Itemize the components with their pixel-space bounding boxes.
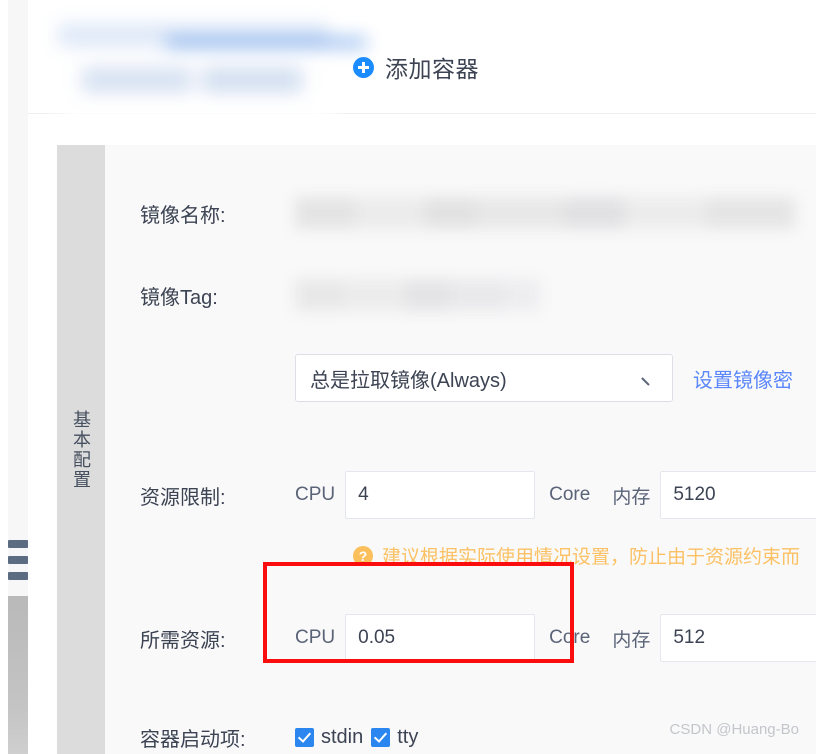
image-name-field-wrap[interactable] xyxy=(295,197,816,229)
question-circle-icon: ? xyxy=(353,545,373,566)
image-name-value-redacted xyxy=(295,197,795,229)
form-row-image-name: 镜像名称: xyxy=(105,193,816,233)
checkbox-checked-icon[interactable] xyxy=(295,727,314,747)
left-rail xyxy=(0,0,28,754)
resource-limit-core-unit: Core xyxy=(549,484,591,505)
resource-limit-memory-input[interactable]: 5120 xyxy=(660,471,816,519)
add-container-label: 添加容器 xyxy=(385,56,479,82)
required-resource-fields: CPU 0.05 Core 内存 512 xyxy=(295,614,816,662)
basic-config-form: 镜像名称: 镜像Tag: 总是拉取镜像(Always) 设置镜像密 资源限制: … xyxy=(105,145,816,754)
redacted-text-block xyxy=(202,68,302,92)
checkbox-tty-label: tty xyxy=(397,725,419,748)
tab-basic-config[interactable]: 基本配置 xyxy=(57,145,105,754)
startup-options-label: 容器启动项: xyxy=(140,728,246,751)
watermark-text: CSDN @Huang-Bo xyxy=(669,721,799,738)
checkbox-stdin[interactable]: stdin xyxy=(295,726,371,749)
form-row-resource-limit: 资源限制: CPU 4 Core 内存 5120 xyxy=(105,471,816,519)
handle-bar xyxy=(8,572,28,580)
image-tag-label: 镜像Tag: xyxy=(140,286,218,309)
resource-limit-label: 资源限制: xyxy=(140,486,226,509)
set-image-secret-link[interactable]: 设置镜像密 xyxy=(693,364,793,393)
pull-policy-selected-value: 总是拉取镜像(Always) xyxy=(310,369,507,392)
required-resource-core-unit: Core xyxy=(549,627,591,648)
resource-limit-cpu-label: CPU xyxy=(295,484,336,505)
image-name-label: 镜像名称: xyxy=(140,204,226,227)
required-resource-label: 所需资源: xyxy=(140,629,226,652)
page-header: 添加容器 xyxy=(28,0,816,124)
required-resource-cpu-input[interactable]: 0.05 xyxy=(345,614,536,662)
resource-limit-cpu-input[interactable]: 4 xyxy=(345,471,536,519)
form-row-pull-policy: 总是拉取镜像(Always) 设置镜像密 xyxy=(105,354,816,402)
drag-handle-icon[interactable] xyxy=(8,538,28,582)
image-tag-value-redacted xyxy=(295,279,540,311)
chevron-down-icon xyxy=(642,370,658,386)
form-row-image-tag: 镜像Tag: xyxy=(105,275,816,315)
redacted-text-block xyxy=(82,68,192,92)
handle-bar xyxy=(8,556,28,564)
resource-limit-memory-label: 内存 xyxy=(612,486,651,508)
add-container-button[interactable]: 添加容器 xyxy=(353,48,479,86)
plus-circle-icon xyxy=(353,56,374,78)
checkbox-tty[interactable]: tty xyxy=(371,726,426,749)
redacted-tab-group xyxy=(40,10,366,130)
handle-bar xyxy=(8,540,28,548)
required-resource-memory-input[interactable]: 512 xyxy=(660,614,816,662)
pull-policy-select[interactable]: 总是拉取镜像(Always) xyxy=(295,354,673,402)
image-tag-field-wrap[interactable] xyxy=(295,279,816,311)
required-resource-cpu-label: CPU xyxy=(295,627,336,648)
resource-hint-text: 建议根据实际使用情况设置，防止由于资源约束而 xyxy=(382,547,801,568)
checkbox-checked-icon[interactable] xyxy=(371,727,391,747)
vertical-tab-label: 基本配置 xyxy=(71,409,91,490)
checkbox-stdin-label: stdin xyxy=(321,725,364,748)
active-tab-underline xyxy=(166,40,366,45)
required-resource-memory-label: 内存 xyxy=(612,629,651,651)
rail-shadow xyxy=(8,596,28,754)
resource-hint: ? 建议根据实际使用情况设置，防止由于资源约束而 xyxy=(353,542,816,569)
pull-policy-field-wrap: 总是拉取镜像(Always) 设置镜像密 xyxy=(295,354,816,402)
vertical-tab-label-wrap: 基本配置 xyxy=(57,145,105,754)
form-row-required-resource: 所需资源: CPU 0.05 Core 内存 512 xyxy=(105,614,816,662)
page-body: 基本配置 镜像名称: 镜像Tag: 总是拉取镜像(Always) 设置镜像密 资… xyxy=(28,114,816,754)
app-surface: 添加容器 基本配置 镜像名称: 镜像Tag: 总是拉取镜像(Always) 设置… xyxy=(28,0,816,754)
resource-limit-fields: CPU 4 Core 内存 5120 xyxy=(295,471,816,519)
